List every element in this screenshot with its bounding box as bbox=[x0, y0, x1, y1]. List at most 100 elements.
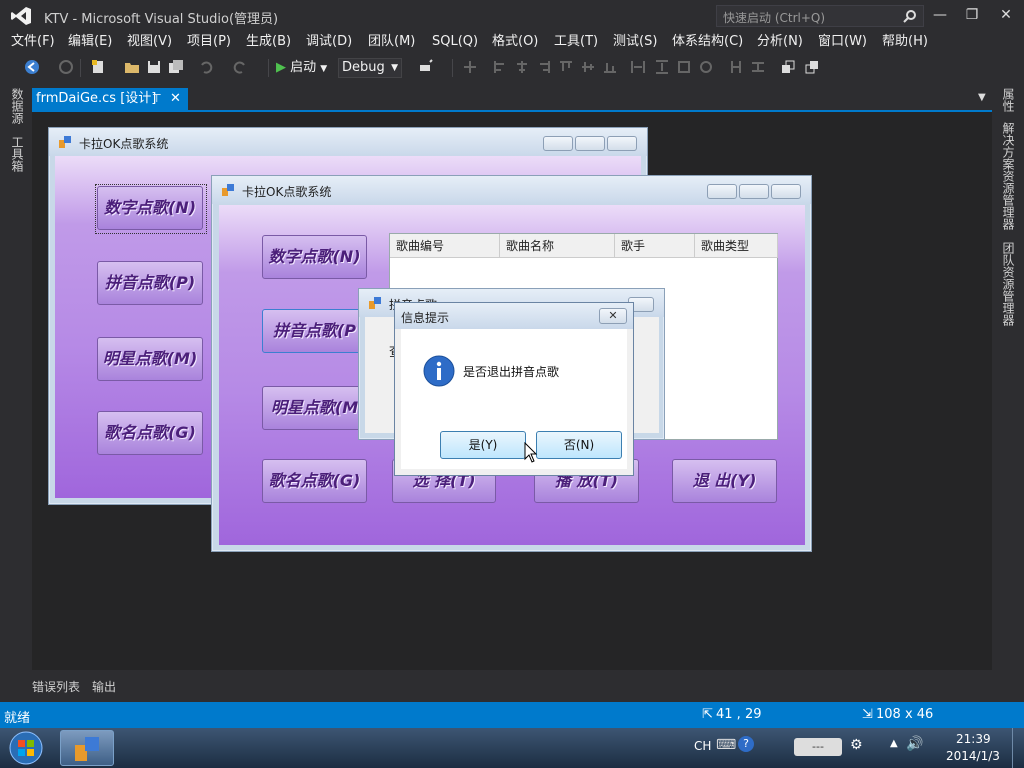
menu-tools[interactable]: 工具(T) bbox=[554, 32, 598, 52]
form2-title: 卡拉OK点歌系统 bbox=[242, 185, 332, 199]
show-desktop-button[interactable] bbox=[1012, 728, 1024, 768]
selection-outline bbox=[95, 184, 207, 234]
dialog-close-button[interactable]: ✕ bbox=[599, 308, 627, 324]
menu-format[interactable]: 格式(O) bbox=[492, 32, 538, 52]
save-icon[interactable] bbox=[146, 59, 162, 75]
align-tops-icon[interactable] bbox=[558, 59, 574, 75]
no-button[interactable]: 否(N) bbox=[536, 431, 622, 459]
ime-indicator[interactable]: CH bbox=[694, 739, 711, 753]
menu-project[interactable]: 项目(P) bbox=[187, 32, 231, 52]
quick-launch-placeholder: 快速启动 (Ctrl+Q) bbox=[723, 11, 826, 25]
app-form-icon bbox=[59, 136, 71, 148]
tab-dropdown-icon[interactable]: ▼ bbox=[978, 92, 986, 103]
form1-title-bar: 卡拉OK点歌系统 bbox=[49, 128, 647, 156]
form2-exit-button[interactable]: 退 出(Y) bbox=[672, 459, 777, 503]
keyboard-icon[interactable]: ⌨ bbox=[716, 737, 736, 753]
menu-architecture[interactable]: 体系结构(C) bbox=[672, 32, 743, 52]
make-same-width-icon[interactable] bbox=[630, 59, 646, 75]
bring-to-front-icon[interactable] bbox=[780, 59, 796, 75]
menu-edit[interactable]: 编辑(E) bbox=[68, 32, 112, 52]
properties-tab[interactable]: 属性 bbox=[1000, 88, 1017, 112]
menu-debug[interactable]: 调试(D) bbox=[306, 32, 352, 52]
form2-maximize-button[interactable] bbox=[739, 184, 769, 199]
form1-title-song-button[interactable]: 歌名点歌(G) bbox=[97, 411, 203, 455]
grid-header-song-name[interactable]: 歌曲名称 bbox=[500, 234, 615, 258]
form1-minimize-button[interactable] bbox=[543, 136, 573, 151]
search-icon bbox=[903, 10, 916, 23]
align-centers-icon[interactable] bbox=[514, 59, 530, 75]
start-label: 启动 bbox=[290, 60, 317, 75]
form2-close-button[interactable] bbox=[771, 184, 801, 199]
find-icon[interactable] bbox=[418, 59, 434, 75]
menu-window[interactable]: 窗口(W) bbox=[818, 32, 867, 52]
make-same-size-icon[interactable] bbox=[676, 59, 692, 75]
bottom-panel-tabs: 错误列表 输出 bbox=[32, 676, 992, 696]
form1-close-button[interactable] bbox=[607, 136, 637, 151]
toolbar-separator bbox=[452, 59, 453, 77]
menu-file[interactable]: 文件(F) bbox=[11, 32, 55, 52]
yes-button[interactable]: 是(Y) bbox=[440, 431, 526, 459]
minimize-button[interactable]: — bbox=[926, 4, 954, 26]
solution-explorer-tab[interactable]: 解决方案资源管理器 bbox=[1000, 122, 1017, 230]
save-all-icon[interactable] bbox=[168, 59, 184, 75]
align-bottoms-icon[interactable] bbox=[602, 59, 618, 75]
back-icon[interactable] bbox=[24, 59, 40, 75]
clock-time[interactable]: 21:39 bbox=[956, 732, 991, 746]
close-button[interactable]: ✕ bbox=[992, 4, 1020, 26]
vertical-spacing-icon[interactable] bbox=[750, 59, 766, 75]
grid-header-song-id[interactable]: 歌曲编号 bbox=[390, 234, 500, 258]
start-debug-button[interactable]: ▶ 启动 ▼ bbox=[276, 58, 327, 78]
output-tab[interactable]: 输出 bbox=[92, 678, 116, 695]
document-tab[interactable]: frmDaiGe.cs [设计] ⊤ ✕ bbox=[32, 88, 188, 110]
grid-header-song-type[interactable]: 歌曲类型 bbox=[695, 234, 778, 258]
battery-indicator[interactable]: --- bbox=[794, 738, 842, 756]
align-lefts-icon[interactable] bbox=[492, 59, 508, 75]
horizontal-spacing-icon[interactable] bbox=[728, 59, 744, 75]
menu-view[interactable]: 视图(V) bbox=[127, 32, 172, 52]
form1-pinyin-song-button[interactable]: 拼音点歌(P) bbox=[97, 261, 203, 305]
form2-digit-song-button[interactable]: 数字点歌(N) bbox=[262, 235, 367, 279]
close-tab-icon[interactable]: ✕ bbox=[170, 88, 181, 110]
form2-minimize-button[interactable] bbox=[707, 184, 737, 199]
quick-launch-input[interactable]: 快速启动 (Ctrl+Q) bbox=[716, 5, 924, 27]
new-project-icon[interactable] bbox=[90, 59, 106, 75]
restore-button[interactable]: ❐ bbox=[958, 4, 986, 26]
grid-header-singer[interactable]: 歌手 bbox=[615, 234, 695, 258]
menu-sql[interactable]: SQL(Q) bbox=[432, 32, 478, 52]
data-sources-tab[interactable]: 数据源 bbox=[9, 88, 26, 124]
form2-title-song-button[interactable]: 歌名点歌(G) bbox=[262, 459, 367, 503]
form1-star-song-button[interactable]: 明星点歌(M) bbox=[97, 337, 203, 381]
message-dialog[interactable]: 信息提示 ✕ 是否退出拼音点歌 是(Y) 否(N) bbox=[394, 302, 634, 476]
solution-configuration-select[interactable]: Debug ▼ bbox=[338, 58, 402, 78]
show-hidden-icons-icon[interactable]: ▲ bbox=[890, 738, 898, 749]
undo-icon[interactable] bbox=[198, 59, 214, 75]
pin-icon[interactable]: ⊤ bbox=[152, 88, 162, 110]
size-to-grid-icon[interactable] bbox=[698, 59, 714, 75]
menu-test[interactable]: 测试(S) bbox=[613, 32, 657, 52]
visual-studio-logo-icon bbox=[11, 7, 31, 25]
volume-icon[interactable]: 🔊 bbox=[906, 736, 923, 752]
error-list-tab[interactable]: 错误列表 bbox=[32, 678, 80, 695]
align-middles-icon[interactable] bbox=[580, 59, 596, 75]
menu-help[interactable]: 帮助(H) bbox=[882, 32, 928, 52]
menu-team[interactable]: 团队(M) bbox=[368, 32, 415, 52]
taskbar-app-button[interactable] bbox=[60, 730, 114, 766]
toolbox-tab[interactable]: 工具箱 bbox=[9, 136, 26, 172]
menu-build[interactable]: 生成(B) bbox=[246, 32, 291, 52]
form1-maximize-button[interactable] bbox=[575, 136, 605, 151]
help-icon[interactable]: ? bbox=[738, 736, 754, 752]
make-same-height-icon[interactable] bbox=[654, 59, 670, 75]
form2-star-song-button[interactable]: 明星点歌(M bbox=[262, 386, 367, 430]
align-to-grid-icon[interactable] bbox=[462, 59, 478, 75]
team-explorer-tab[interactable]: 团队资源管理器 bbox=[1000, 242, 1017, 326]
form2-pinyin-song-button[interactable]: 拼音点歌(P bbox=[262, 309, 367, 353]
align-rights-icon[interactable] bbox=[536, 59, 552, 75]
start-button-icon[interactable] bbox=[6, 730, 46, 766]
open-file-icon[interactable] bbox=[124, 59, 140, 75]
redo-icon[interactable] bbox=[232, 59, 248, 75]
clock-date[interactable]: 2014/1/3 bbox=[946, 749, 1000, 763]
forward-icon[interactable] bbox=[58, 59, 74, 75]
power-plug-icon[interactable]: ⚙ bbox=[850, 737, 863, 753]
send-to-back-icon[interactable] bbox=[804, 59, 820, 75]
menu-analyze[interactable]: 分析(N) bbox=[757, 32, 803, 52]
